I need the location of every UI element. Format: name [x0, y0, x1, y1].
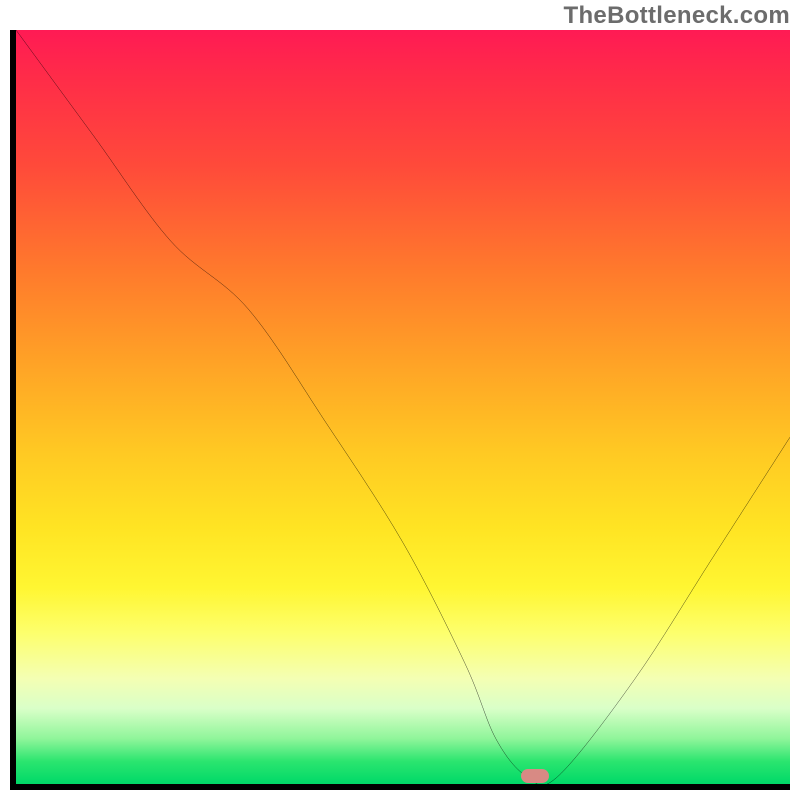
optimal-point-marker — [521, 769, 549, 783]
x-axis-line — [10, 784, 790, 790]
chart-stage: TheBottleneck.com — [0, 0, 800, 800]
plot-area — [10, 30, 790, 790]
y-axis-line — [10, 30, 16, 790]
watermark-text: TheBottleneck.com — [564, 2, 790, 30]
axes — [10, 30, 790, 790]
